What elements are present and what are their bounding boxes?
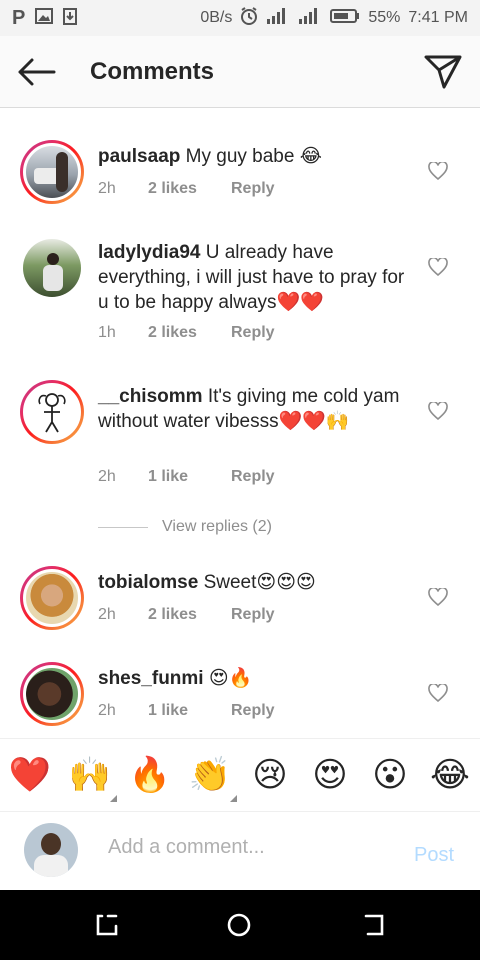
comment-time: 2h (98, 606, 116, 623)
comment-username[interactable]: __chisomm (98, 386, 203, 407)
avatar[interactable] (20, 236, 84, 300)
signal-2-icon (298, 7, 322, 30)
divider (98, 526, 148, 528)
signal-icon (266, 7, 290, 30)
avatar[interactable] (20, 380, 84, 444)
comment-list: paulsaap My guy babe 😂 2h 2 likes Reply … (0, 108, 480, 738)
download-notification-icon (63, 7, 78, 30)
emoji-tears-of-joy[interactable]: 😂 (428, 755, 472, 795)
emoji-crying-face[interactable]: 😢 (248, 755, 292, 795)
heart-icon[interactable] (428, 402, 448, 420)
avatar[interactable] (20, 566, 84, 630)
pinterest-notification-icon: P (12, 6, 26, 29)
recent-apps-icon (96, 914, 118, 936)
add-comment-bar: Post (0, 812, 480, 890)
emoji-surprised-face[interactable]: 😮 (368, 755, 412, 795)
battery-icon (330, 8, 360, 29)
comment-content: 😍🔥 (208, 668, 253, 689)
avatar[interactable] (20, 662, 84, 726)
battery-level: 55% (368, 9, 401, 26)
heart-icon[interactable] (428, 162, 448, 180)
comment-text: shes_funmi 😍🔥 (98, 666, 418, 691)
heart-icon[interactable] (428, 258, 448, 276)
comment-text: tobialomse Sweet😍😍😍 (98, 570, 418, 595)
comment-username[interactable]: tobialomse (98, 572, 198, 593)
header: Comments (0, 36, 480, 108)
comment-meta: 2h 2 likes Reply (98, 180, 275, 198)
network-speed: 0B/s (200, 9, 233, 26)
comment-time: 2h (98, 702, 116, 719)
reply-button[interactable]: Reply (231, 324, 275, 342)
view-replies-button[interactable]: View replies (2) (98, 518, 272, 536)
reply-button[interactable]: Reply (231, 468, 275, 486)
view-replies-label: View replies (2) (162, 518, 272, 535)
heart-icon[interactable] (428, 684, 448, 702)
skin-tone-indicator-icon (230, 795, 237, 802)
notification-icons: P (12, 6, 78, 30)
comment-content: My guy babe 😂 (185, 146, 322, 167)
home-circle-icon (227, 913, 251, 937)
emoji-quick-bar: ❤️ 🙌 🔥 👏 😢 😍 😮 😂 (0, 738, 480, 812)
system-nav-bar (0, 890, 480, 960)
emoji-raising-hands[interactable]: 🙌 (68, 755, 112, 795)
current-user-avatar (24, 823, 78, 877)
comment-meta: 2h 1 like Reply (98, 468, 275, 486)
clock: 7:41 PM (408, 9, 468, 26)
comment-username[interactable]: shes_funmi (98, 668, 204, 689)
comment-likes[interactable]: 2 likes (148, 180, 231, 198)
heart-icon[interactable] (428, 588, 448, 606)
comment-text: ladylydia94 U already have everything, i… (98, 240, 418, 315)
reply-button[interactable]: Reply (231, 606, 275, 624)
stick-figure-avatar-icon (38, 393, 66, 433)
comment-likes[interactable]: 1 like (148, 468, 231, 486)
post-button[interactable]: Post (414, 844, 454, 867)
comment-likes[interactable]: 2 likes (148, 606, 231, 624)
recent-apps-button[interactable] (94, 912, 120, 938)
back-nav-button[interactable] (360, 912, 386, 938)
emoji-heart-eyes[interactable]: 😍 (308, 755, 352, 795)
gallery-notification-icon (35, 7, 54, 29)
comment-time: 2h (98, 180, 116, 197)
avatar[interactable] (20, 140, 84, 204)
comment-likes[interactable]: 2 likes (148, 324, 231, 342)
skin-tone-indicator-icon (110, 795, 117, 802)
alarm-icon (240, 6, 258, 30)
home-button[interactable] (226, 912, 252, 938)
reply-button[interactable]: Reply (231, 180, 275, 198)
comment-time: 2h (98, 468, 116, 485)
comment-username[interactable]: ladylydia94 (98, 242, 200, 263)
reply-button[interactable]: Reply (231, 702, 275, 720)
status-bar: P 0B/s 55% 7:41 PM (0, 0, 480, 36)
emoji-red-heart[interactable]: ❤️ (8, 755, 52, 795)
paper-plane-icon (424, 55, 462, 89)
comment-time: 1h (98, 324, 116, 341)
share-button[interactable] (424, 54, 462, 90)
comment-input[interactable] (108, 836, 398, 859)
system-status: 0B/s 55% 7:41 PM (200, 6, 468, 30)
page-title: Comments (90, 58, 215, 85)
back-nav-icon (364, 914, 384, 936)
back-button[interactable] (16, 56, 56, 88)
comment-text: paulsaap My guy babe 😂 (98, 144, 418, 169)
comment-username[interactable]: paulsaap (98, 146, 180, 167)
comment-meta: 2h 1 like Reply (98, 702, 275, 720)
comment-meta: 1h 2 likes Reply (98, 324, 275, 342)
comment-meta: 2h 2 likes Reply (98, 606, 275, 624)
comment-likes[interactable]: 1 like (148, 702, 231, 720)
emoji-fire[interactable]: 🔥 (128, 755, 172, 795)
comment-content: Sweet😍😍😍 (203, 572, 316, 593)
emoji-clapping-hands[interactable]: 👏 (188, 755, 232, 795)
comment-text: __chisomm It's giving me cold yam withou… (98, 384, 418, 434)
back-arrow-icon (18, 58, 56, 86)
